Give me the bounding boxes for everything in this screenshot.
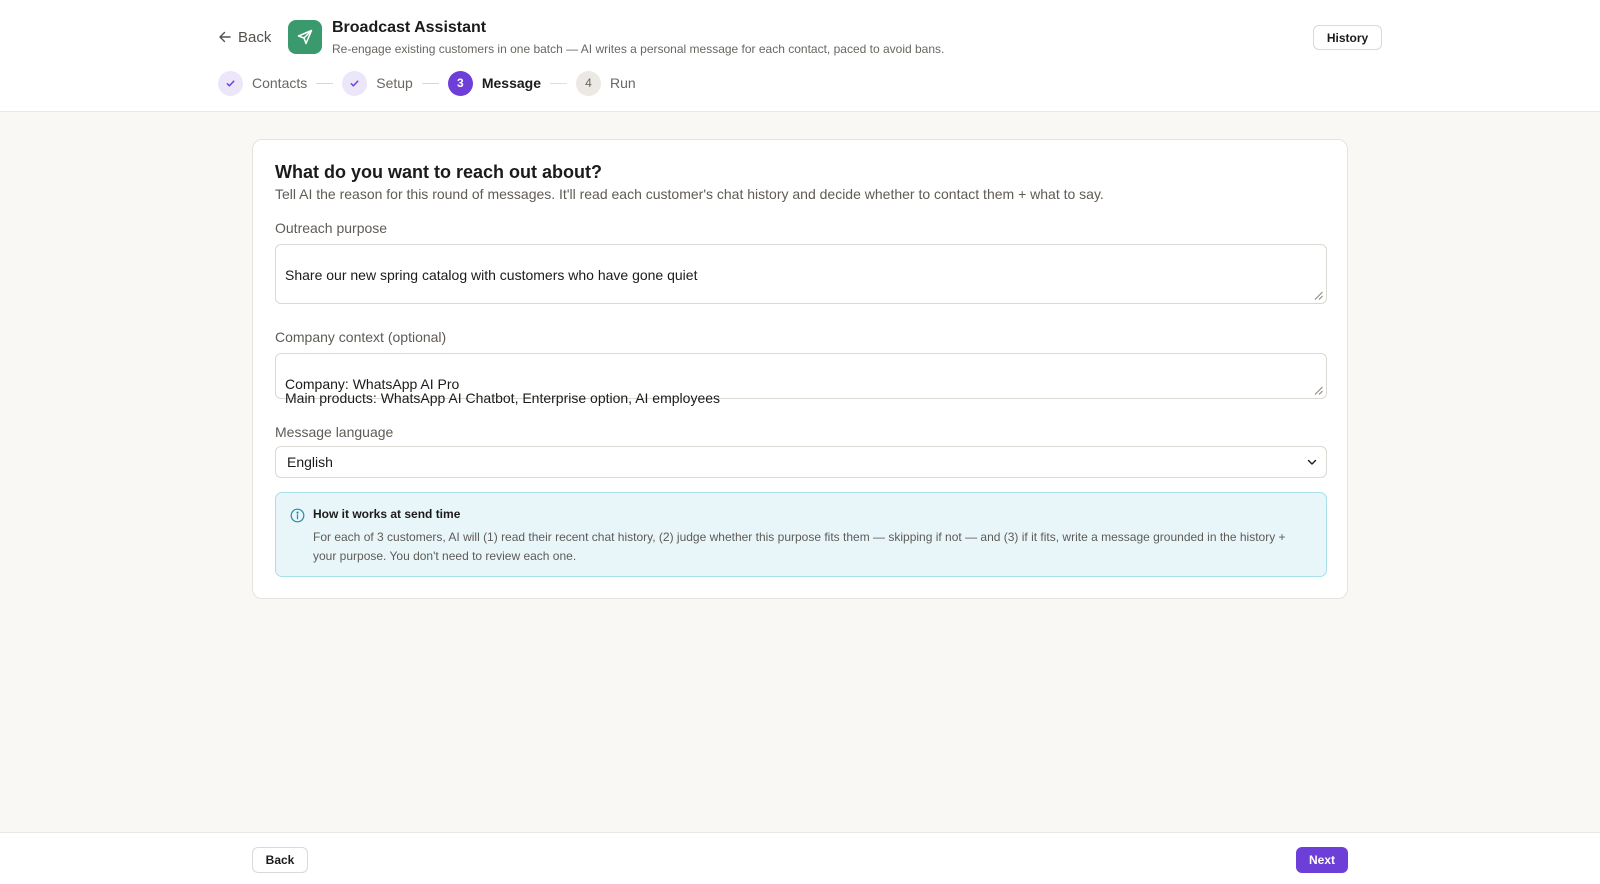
resize-handle-icon[interactable] [1314,386,1323,395]
company-context-label: Company context (optional) [275,329,447,345]
page-subtitle: Re-engage existing customers in one batc… [332,42,945,56]
arrow-left-icon [219,31,231,43]
step-connector [550,82,567,84]
message-language-label: Message language [275,424,394,440]
back-button[interactable]: Back [252,847,308,873]
message-language-select[interactable]: English [275,446,1327,478]
notice-text: For each of 3 customers, AI will (1) rea… [313,530,1286,563]
step-run-marker: 4 [576,70,601,96]
step-run[interactable]: 4 Run [576,70,636,96]
card-description: Tell AI the reason for this round of mes… [275,186,1104,202]
check-icon [226,79,235,87]
step-message[interactable]: 3 Message [447,70,541,96]
message-form-card: What do you want to reach out about? Tel… [252,139,1348,599]
how-it-works-notice: How it works at send time For each of 3 … [275,492,1327,577]
chevron-down-icon [1307,459,1317,465]
header-bar: Back Broadcast Assistant Re-engage exist… [0,0,1600,112]
step-message-label: Message [481,75,541,91]
next-button[interactable]: Next [1296,847,1348,873]
header-back-label: Back [238,28,272,46]
check-icon [350,79,359,87]
company-context-value: Company: WhatsApp AI Pro Main products: … [285,376,721,406]
step-connector [316,82,334,84]
outreach-purpose-value: Share our new spring catalog with custom… [285,267,698,283]
card-heading: What do you want to reach out about? [275,162,602,182]
header-back-link[interactable]: Back [218,27,271,47]
wizard-stepper: Contacts Setup 3 Message 4 Run [218,70,636,96]
step-setup-marker [342,70,368,96]
info-icon [290,508,305,523]
step-run-label: Run [610,75,636,91]
outreach-purpose-label: Outreach purpose [275,220,388,236]
step-contacts-label: Contacts [252,75,308,91]
footer-bar: Back Next [0,832,1600,884]
message-language-value: English [287,454,333,470]
outreach-purpose-textarea[interactable]: Share our new spring catalog with custom… [275,244,1327,304]
step-contacts-marker [218,70,243,96]
step-connector [421,82,439,84]
step-contacts[interactable]: Contacts [218,70,308,96]
app-logo [288,20,322,54]
step-setup-label: Setup [376,75,413,91]
notice-title: How it works at send time [313,507,461,521]
step-setup[interactable]: Setup [342,70,413,96]
send-icon [297,29,313,45]
company-context-textarea[interactable]: Company: WhatsApp AI Pro Main products: … [275,353,1327,405]
resize-handle-icon[interactable] [1314,291,1323,300]
history-button[interactable]: History [1313,25,1382,50]
step-message-marker: 3 [447,70,473,96]
page-title: Broadcast Assistant [332,19,487,36]
